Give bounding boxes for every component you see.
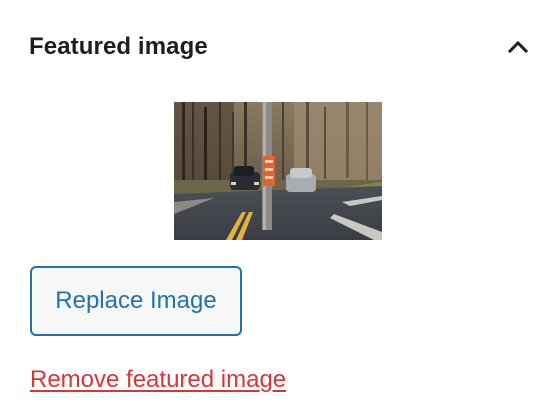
replace-image-button[interactable]: Replace Image (30, 266, 242, 336)
panel-toggle-button[interactable] (502, 31, 534, 63)
panel-title: Featured image (29, 33, 208, 60)
featured-image-thumbnail[interactable] (174, 102, 382, 240)
chevron-up-icon (507, 40, 529, 54)
featured-image-panel: Featured image Replace Image Remove feat… (0, 0, 550, 416)
road-photo-image (174, 102, 382, 240)
panel-header[interactable]: Featured image (29, 26, 529, 68)
remove-featured-image-link[interactable]: Remove featured image (30, 366, 286, 394)
